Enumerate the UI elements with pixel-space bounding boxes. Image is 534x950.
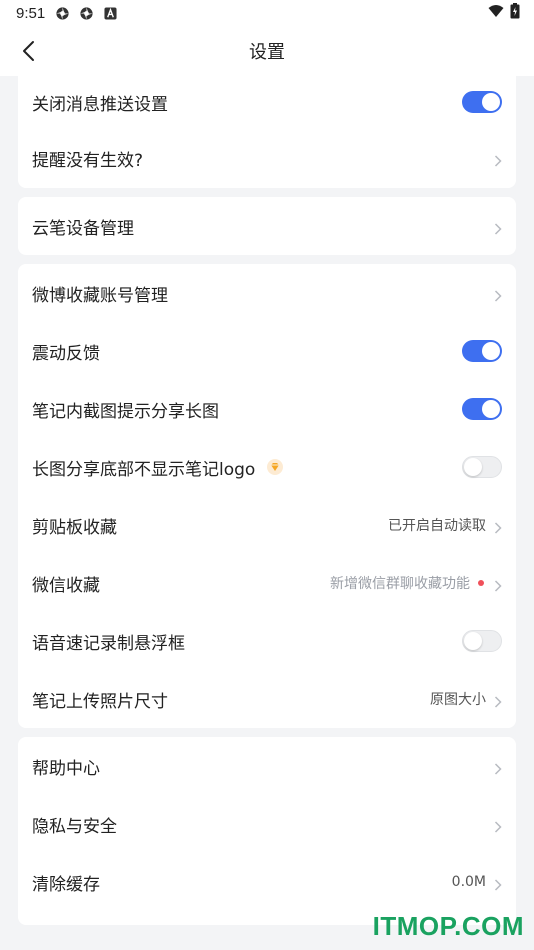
setting-row-wechat[interactable]: 微信收藏 新增微信群聊收藏功能	[18, 554, 516, 612]
settings-group-device: 云笔设备管理	[18, 197, 516, 255]
voice-float-toggle[interactable]	[462, 630, 502, 652]
setting-label: 云笔设备管理	[32, 218, 134, 239]
setting-label: 笔记内截图提示分享长图	[32, 401, 219, 422]
push-settings-toggle[interactable]	[462, 91, 502, 113]
page-title: 设置	[249, 42, 285, 63]
settings-group-general: 微博收藏账号管理 震动反馈 笔记内截图提示分享长图 长图分享底部不显示笔记log…	[18, 264, 516, 728]
vip-diamond-icon	[267, 459, 284, 475]
status-time: 9:51	[16, 4, 46, 22]
setting-label: 震动反馈	[32, 343, 100, 364]
chevron-right-icon	[494, 519, 502, 534]
setting-label: 微博收藏账号管理	[32, 285, 168, 306]
settings-gear-icon	[55, 6, 70, 21]
setting-row-clipboard[interactable]: 剪贴板收藏 已开启自动读取	[18, 496, 516, 554]
setting-row-hide-logo[interactable]: 长图分享底部不显示笔记logo	[18, 438, 516, 496]
settings-list: 关闭消息推送设置 提醒没有生效? 云笔设备管理 微博收藏账号管理 震动反馈 笔记…	[0, 76, 534, 925]
setting-label: 帮助中心	[32, 758, 100, 779]
setting-label: 长图分享底部不显示笔记logo	[32, 459, 256, 480]
new-badge-dot	[478, 580, 484, 586]
setting-row-privacy[interactable]: 隐私与安全	[18, 795, 516, 853]
watermark-text: ITMOP.COM	[372, 911, 524, 941]
setting-row-voice-float[interactable]: 语音速记录制悬浮框	[18, 612, 516, 670]
setting-label: 笔记上传照片尺寸	[32, 691, 168, 712]
a-box-icon	[103, 6, 118, 21]
hide-logo-toggle[interactable]	[462, 456, 502, 478]
settings-gear-icon	[79, 6, 94, 21]
setting-label: 关闭消息推送设置	[32, 94, 168, 115]
setting-row-screenshot-share[interactable]: 笔记内截图提示分享长图	[18, 380, 516, 438]
chevron-right-icon	[494, 577, 502, 592]
vibration-toggle[interactable]	[462, 340, 502, 362]
chevron-right-icon	[494, 152, 502, 167]
battery-icon	[510, 3, 520, 23]
chevron-right-icon	[494, 760, 502, 775]
settings-group-notifications: 关闭消息推送设置 提醒没有生效?	[18, 76, 516, 188]
setting-row-close-push[interactable]: 关闭消息推送设置	[18, 76, 516, 128]
setting-value: 原图大小	[430, 692, 486, 708]
chevron-right-icon	[494, 693, 502, 708]
setting-row-clear-cache[interactable]: 清除缓存 0.0M	[18, 853, 516, 911]
setting-row-cloud-pen-devices[interactable]: 云笔设备管理	[18, 197, 516, 255]
navigation-bar: 设置	[0, 26, 534, 76]
settings-group-support: 帮助中心 隐私与安全 清除缓存 0.0M	[18, 737, 516, 925]
screenshot-share-toggle[interactable]	[462, 398, 502, 420]
setting-label: 提醒没有生效?	[32, 150, 144, 171]
setting-label: 隐私与安全	[32, 816, 117, 837]
setting-value: 已开启自动读取	[388, 518, 486, 534]
setting-row-vibration[interactable]: 震动反馈	[18, 322, 516, 380]
status-bar: 9:51	[0, 0, 534, 26]
chevron-right-icon	[494, 220, 502, 235]
chevron-right-icon	[494, 818, 502, 833]
setting-row-help[interactable]: 帮助中心	[18, 737, 516, 795]
setting-label: 微信收藏	[32, 575, 100, 596]
setting-value: 0.0M	[451, 874, 486, 890]
setting-row-reminder-not-working[interactable]: 提醒没有生效?	[18, 128, 516, 188]
setting-label: 清除缓存	[32, 874, 100, 895]
setting-row-weibo-accounts[interactable]: 微博收藏账号管理	[18, 264, 516, 322]
chevron-right-icon	[494, 876, 502, 891]
chevron-right-icon	[494, 287, 502, 302]
wifi-icon	[488, 4, 504, 22]
setting-value: 新增微信群聊收藏功能	[330, 576, 470, 592]
setting-label: 语音速记录制悬浮框	[32, 633, 185, 654]
setting-row-photo-size[interactable]: 笔记上传照片尺寸 原图大小	[18, 670, 516, 728]
setting-label: 剪贴板收藏	[32, 517, 117, 538]
back-arrow-icon[interactable]	[18, 39, 42, 63]
